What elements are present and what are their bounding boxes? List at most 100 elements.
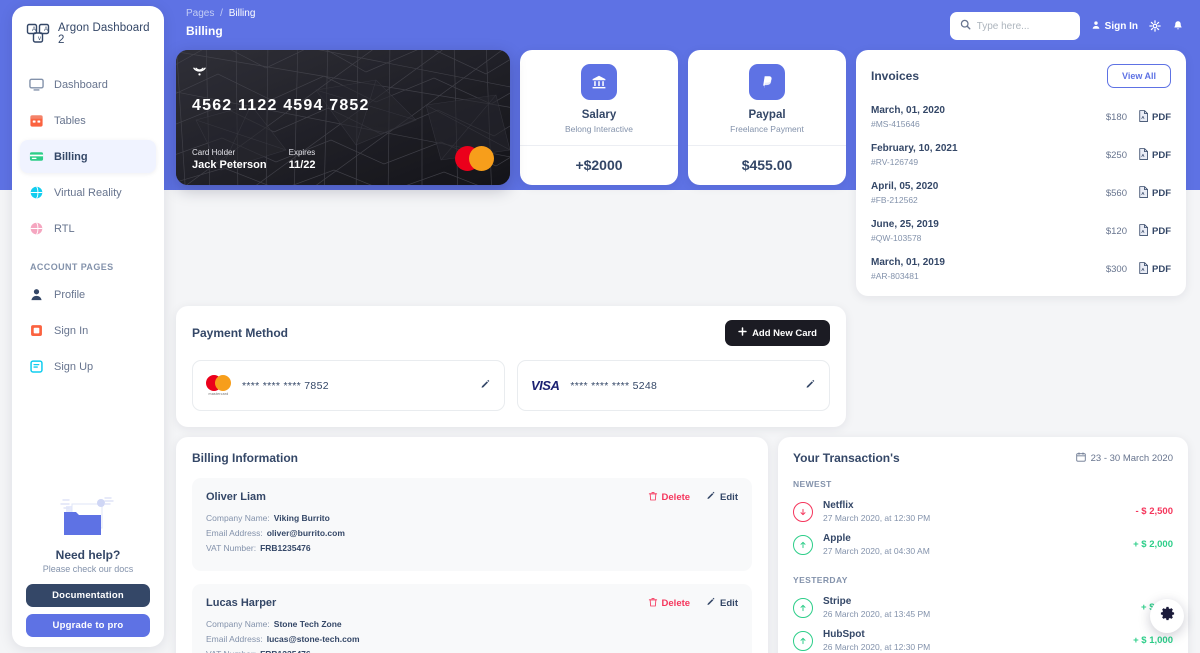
sidebar-item-profile[interactable]: Profile bbox=[20, 278, 156, 311]
delete-button[interactable]: Delete bbox=[648, 491, 690, 504]
transaction-time: 26 March 2020, at 13:45 PM bbox=[823, 609, 931, 619]
transaction-row: Stripe26 March 2020, at 13:45 PM+ $ 750 bbox=[793, 591, 1173, 624]
add-new-card-button[interactable]: Add New Card bbox=[725, 320, 830, 346]
invoice-amount: $120 bbox=[1105, 225, 1127, 237]
calendar-icon bbox=[1075, 451, 1086, 465]
docs-folder-illustration bbox=[58, 492, 118, 540]
card-expiry-field: Expires 11/22 bbox=[289, 148, 316, 171]
invoice-row: March, 01, 2019 #AR-803481 $300 A PDF bbox=[871, 250, 1171, 288]
vat-field: VAT Number:FRB1235476 bbox=[206, 543, 738, 553]
billing-entry: Lucas Harper Delete Edit Company Name: Stone… bbox=[192, 584, 752, 653]
sidebar-item-sign-in[interactable]: Sign In bbox=[20, 314, 156, 347]
payment-card-visa[interactable]: VISA **** **** **** 5248 bbox=[517, 360, 830, 411]
payment-method-title: Payment Method bbox=[192, 326, 289, 340]
sidebar-item-virtual-reality[interactable]: Virtual Reality bbox=[20, 176, 156, 209]
company-field: Company Name: Viking Burrito bbox=[206, 513, 738, 523]
stat-card-paypal: Paypal Freelance Payment $455.00 bbox=[688, 50, 846, 185]
svg-text:v: v bbox=[38, 36, 41, 42]
divider bbox=[520, 145, 678, 146]
stat-name: Paypal bbox=[748, 109, 786, 121]
transaction-info: Apple 27 March 2020, at 04:30 AM bbox=[823, 533, 1123, 556]
transaction-name: Netflix bbox=[823, 500, 854, 511]
payment-card-mastercard[interactable]: mastercard **** **** **** 7852 bbox=[192, 360, 505, 411]
billing-page: A A v Argon Dashboard 2 Dashboard Tables bbox=[0, 0, 1200, 653]
topbar: Pages / Billing Billing Sign In bbox=[176, 0, 1200, 44]
transactions-title: Your Transaction's bbox=[793, 451, 900, 465]
invoice-pdf-button[interactable]: A PDF bbox=[1138, 109, 1171, 125]
arrow-up-icon bbox=[793, 597, 813, 618]
gear-icon[interactable] bbox=[1149, 20, 1161, 32]
settings-fab-button[interactable] bbox=[1150, 599, 1184, 633]
top-row: 4562 1122 4594 7852 Card Holder Jack Pet… bbox=[176, 50, 1188, 296]
brand[interactable]: A A v Argon Dashboard 2 bbox=[12, 6, 164, 60]
card-holder-label: Card Holder bbox=[192, 148, 236, 157]
documentation-button[interactable]: Documentation bbox=[26, 584, 150, 607]
invoice-pdf-button[interactable]: A PDF bbox=[1138, 223, 1171, 239]
breadcrumb-root[interactable]: Pages bbox=[186, 8, 214, 19]
email-value: lucas@stone-tech.com bbox=[266, 634, 360, 644]
invoice-info: March, 01, 2019 #AR-803481 bbox=[871, 257, 945, 281]
invoice-id: #RV-126749 bbox=[871, 157, 919, 167]
delete-button[interactable]: Delete bbox=[648, 597, 690, 610]
invoice-pdf-button[interactable]: A PDF bbox=[1138, 185, 1171, 201]
billing-entry-name: Lucas Harper bbox=[206, 597, 277, 609]
transaction-name: Stripe bbox=[823, 596, 852, 607]
invoice-pdf-button[interactable]: A PDF bbox=[1138, 261, 1171, 277]
upgrade-to-pro-button[interactable]: Upgrade to pro bbox=[26, 614, 150, 637]
pdf-label: PDF bbox=[1152, 149, 1171, 161]
sidebar-nav: Dashboard Tables Billing Virtual Reality bbox=[12, 60, 164, 492]
arrow-up-icon bbox=[793, 534, 813, 555]
sidebar-item-sign-up[interactable]: Sign Up bbox=[20, 350, 156, 383]
transaction-time: 27 March 2020, at 04:30 AM bbox=[823, 546, 930, 556]
invoice-row: March, 01, 2020 #MS-415646 $180 A PDF bbox=[871, 98, 1171, 136]
billing-entries-list: Oliver Liam Delete Edit Company Name: Viking… bbox=[192, 478, 752, 653]
credit-card: 4562 1122 4594 7852 Card Holder Jack Pet… bbox=[176, 50, 510, 185]
vat-value: FRB1235476 bbox=[260, 543, 311, 553]
help-subtitle: Please check our docs bbox=[42, 564, 134, 574]
search-input[interactable] bbox=[976, 20, 1070, 32]
sign-in-button[interactable]: Sign In bbox=[1091, 20, 1138, 33]
transaction-name: Apple bbox=[823, 533, 851, 544]
file-pdf-icon: A bbox=[1138, 185, 1149, 201]
page-title: Billing bbox=[186, 23, 223, 38]
pencil-icon[interactable] bbox=[480, 377, 491, 395]
monitor-icon bbox=[28, 76, 45, 93]
email-label: Email Address: bbox=[206, 634, 263, 644]
pdf-label: PDF bbox=[1152, 263, 1171, 275]
pencil-icon[interactable] bbox=[805, 377, 816, 395]
vat-label: VAT Number: bbox=[206, 649, 256, 653]
invoice-amount: $560 bbox=[1105, 187, 1127, 199]
company-label: Company Name: bbox=[206, 513, 270, 523]
sidebar-item-rtl[interactable]: RTL bbox=[20, 212, 156, 245]
vr-globe-icon bbox=[28, 184, 45, 201]
edit-button[interactable]: Edit bbox=[706, 597, 738, 610]
transaction-row: Netflix 27 March 2020, at 12:30 PM - $ 2,5… bbox=[793, 495, 1173, 528]
stat-name: Salary bbox=[581, 109, 617, 121]
breadcrumb-current: Billing bbox=[228, 8, 256, 19]
sidebar-item-tables[interactable]: Tables bbox=[20, 104, 156, 137]
view-all-button[interactable]: View All bbox=[1106, 64, 1171, 88]
invoice-row: June, 25, 2019 #QW-103578 $120 A PDF bbox=[871, 212, 1171, 250]
svg-text:A: A bbox=[32, 27, 36, 33]
search-box[interactable] bbox=[949, 12, 1080, 40]
card-holder-value: Jack Peterson bbox=[192, 159, 267, 171]
transaction-time: 27 March 2020, at 12:30 PM bbox=[823, 513, 931, 523]
email-field: Email Address: lucas@stone-tech.com bbox=[206, 634, 738, 644]
file-pdf-icon: A bbox=[1138, 223, 1149, 239]
visa-icon: VISA bbox=[531, 378, 560, 393]
bell-icon[interactable] bbox=[1172, 20, 1184, 32]
card-number: 4562 1122 4594 7852 bbox=[192, 97, 370, 114]
transaction-group-label: NEWEST bbox=[793, 479, 832, 489]
sidebar-item-billing[interactable]: Billing bbox=[20, 140, 156, 173]
mastercard-icon: mastercard bbox=[206, 375, 231, 396]
email-label: Email Address: bbox=[206, 528, 263, 538]
email-field: Email Address: oliver@burrito.com bbox=[206, 528, 738, 538]
transactions-date-range[interactable]: 23 - 30 March 2020 bbox=[1075, 451, 1173, 465]
transaction-amount: - $ 2,500 bbox=[1135, 506, 1174, 517]
sidebar-item-dashboard[interactable]: Dashboard bbox=[20, 68, 156, 101]
edit-button[interactable]: Edit bbox=[706, 491, 738, 504]
breadcrumb: Pages / Billing Billing bbox=[186, 7, 255, 39]
invoice-amount: $300 bbox=[1105, 263, 1127, 275]
signup-icon bbox=[28, 358, 45, 375]
invoice-pdf-button[interactable]: A PDF bbox=[1138, 147, 1171, 163]
